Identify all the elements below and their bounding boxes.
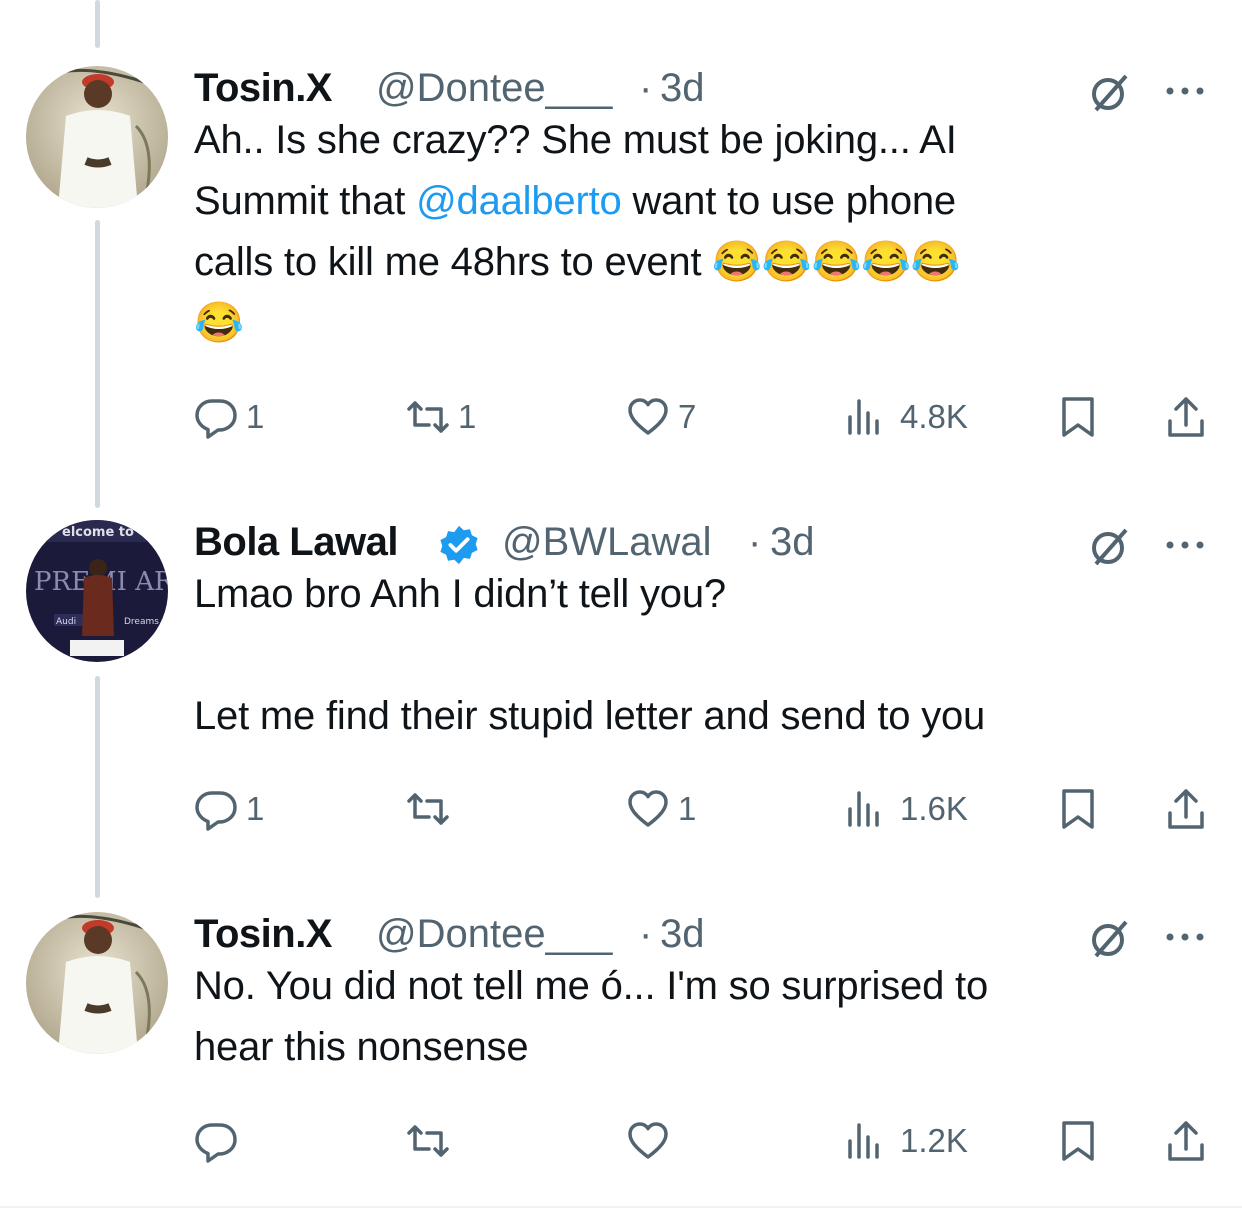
reply-icon	[195, 791, 237, 831]
more-icon[interactable]	[1164, 538, 1206, 552]
like-button[interactable]: 7	[626, 392, 696, 442]
share-button[interactable]	[1164, 784, 1208, 834]
repost-button[interactable]	[406, 784, 458, 834]
avatar-welcome-text: elcome to	[62, 525, 134, 540]
repost-icon	[407, 1125, 449, 1157]
views-icon	[848, 1123, 879, 1159]
verified-badge-icon	[440, 525, 478, 565]
tweet-text: Ah.. Is she crazy?? She must be joking..…	[194, 118, 961, 345]
tweet-text: No. You did not tell me ó... I'm so surp…	[194, 964, 989, 1069]
grok-icon[interactable]	[1088, 918, 1130, 960]
repost-button[interactable]	[406, 1116, 458, 1166]
views-button[interactable]: 1.6K	[842, 784, 968, 834]
bookmark-icon	[1062, 397, 1094, 437]
timestamp[interactable]: 3d	[660, 912, 705, 957]
reply-button[interactable]	[194, 1116, 246, 1166]
views-icon	[848, 791, 879, 827]
reply-icon	[195, 399, 237, 439]
tweet[interactable]: Tosin.X @Dontee___ · 3d No. You did not …	[194, 908, 1224, 1163]
tweet[interactable]: Bola Lawal @BWLawal · 3d Lmao bro Anh I …	[194, 516, 1224, 831]
thread-line	[95, 220, 100, 508]
reply-button[interactable]: 1	[194, 392, 264, 442]
avatar[interactable]	[26, 66, 168, 208]
separator-dot: ·	[639, 912, 653, 956]
tweet-header: Tosin.X @Dontee___ · 3d	[194, 908, 1224, 960]
tweet[interactable]: Tosin.X @Dontee___ · 3d Ah.. Is she craz…	[194, 62, 1224, 439]
bookmark-button[interactable]	[1056, 784, 1100, 834]
user-handle[interactable]: @Dontee___	[376, 912, 612, 957]
tweet-actions: 1 1 1.6K	[194, 784, 1224, 834]
bookmark-button[interactable]	[1056, 392, 1100, 442]
bookmark-icon	[1062, 1121, 1094, 1161]
reply-icon	[195, 1123, 237, 1163]
tweet-actions: 1.2K	[194, 1116, 1224, 1166]
thread-line	[95, 676, 100, 898]
separator-dot: ·	[748, 520, 762, 564]
more-icon[interactable]	[1164, 84, 1206, 98]
mention-link[interactable]: @daalberto	[416, 179, 622, 223]
tweet-header: Bola Lawal @BWLawal · 3d	[194, 516, 1224, 568]
display-name[interactable]: Tosin.X	[194, 66, 332, 111]
timestamp[interactable]: 3d	[770, 520, 815, 565]
avatar[interactable]: elcome to PREMI ARD Audi Dreams	[26, 520, 168, 662]
grok-icon[interactable]	[1088, 72, 1130, 114]
divider	[0, 1206, 1242, 1208]
display-name[interactable]: Tosin.X	[194, 912, 332, 957]
views-icon	[848, 399, 879, 435]
bookmark-icon	[1062, 789, 1094, 829]
repost-button[interactable]: 1	[406, 392, 476, 442]
like-button[interactable]: 1	[626, 784, 696, 834]
share-button[interactable]	[1164, 392, 1208, 442]
grok-icon[interactable]	[1088, 526, 1130, 568]
reply-button[interactable]: 1	[194, 784, 264, 834]
share-icon	[1168, 1121, 1204, 1161]
timestamp[interactable]: 3d	[660, 66, 705, 111]
avatar-tag-text: Audi	[56, 617, 76, 627]
like-icon	[628, 790, 668, 827]
user-handle[interactable]: @Dontee___	[376, 66, 612, 111]
tweet-header: Tosin.X @Dontee___ · 3d	[194, 62, 1224, 114]
like-button[interactable]	[626, 1116, 678, 1166]
user-handle[interactable]: @BWLawal	[502, 520, 712, 565]
bookmark-button[interactable]	[1056, 1116, 1100, 1166]
repost-icon	[407, 793, 449, 825]
thread-line	[95, 0, 100, 48]
views-button[interactable]: 1.2K	[842, 1116, 968, 1166]
share-button[interactable]	[1164, 1116, 1208, 1166]
repost-icon	[407, 401, 449, 433]
views-button[interactable]: 4.8K	[842, 392, 968, 442]
avatar[interactable]	[26, 912, 168, 1054]
avatar-tag-text: Dreams	[124, 617, 159, 627]
more-icon[interactable]	[1164, 930, 1206, 944]
separator-dot: ·	[639, 66, 653, 110]
like-icon	[628, 1122, 668, 1159]
share-icon	[1168, 789, 1204, 829]
like-icon	[628, 398, 668, 435]
tweet-text: Lmao bro Anh I didn’t tell you? Let me f…	[194, 572, 986, 738]
tweet-actions: 1 1 7 4.8K	[194, 392, 1224, 442]
share-icon	[1168, 397, 1204, 437]
display-name[interactable]: Bola Lawal	[194, 520, 398, 565]
